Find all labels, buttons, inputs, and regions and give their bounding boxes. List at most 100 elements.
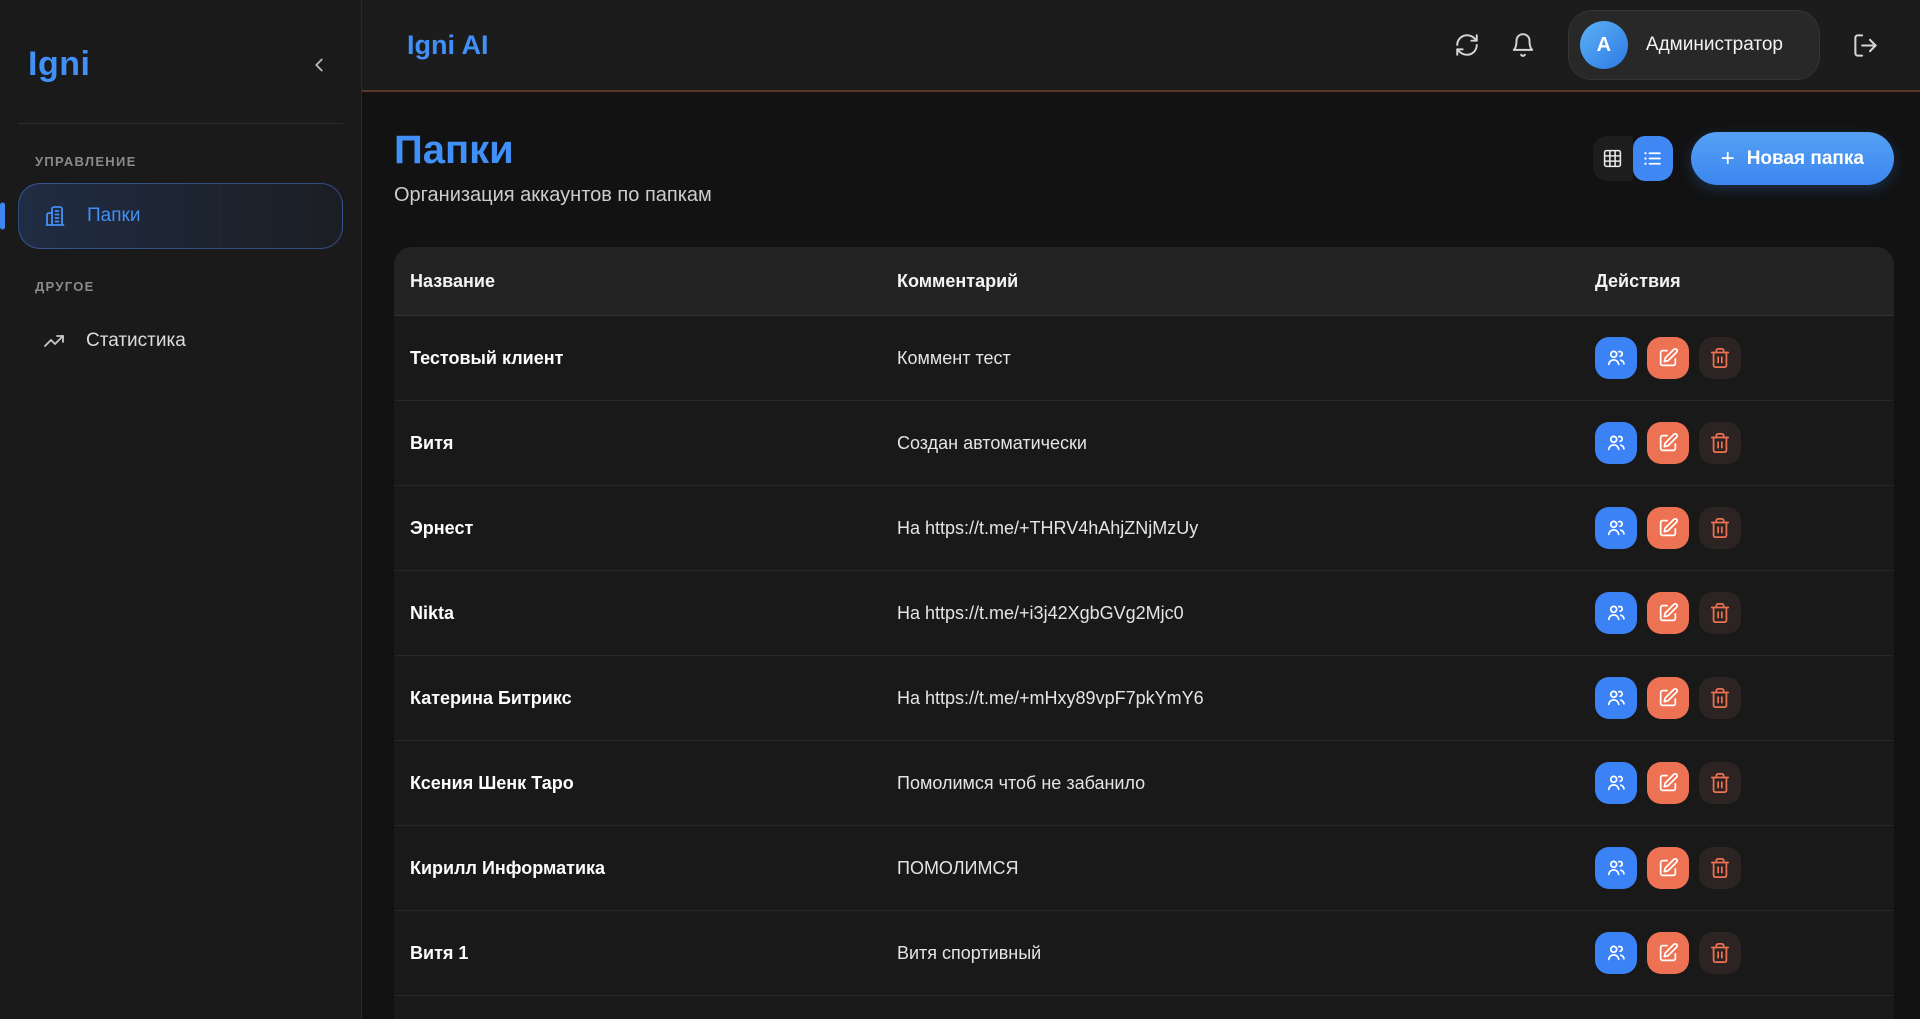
folder-accounts-button[interactable] bbox=[1595, 847, 1637, 889]
edit-icon bbox=[1657, 347, 1679, 369]
table-row: Nikta На https://t.me/+i3j42XgbGVg2Mjc0 bbox=[394, 570, 1894, 655]
page-subtitle: Организация аккаунтов по папкам bbox=[394, 184, 712, 207]
trash-icon bbox=[1709, 602, 1731, 624]
edit-icon bbox=[1657, 687, 1679, 709]
folder-edit-button[interactable] bbox=[1647, 422, 1689, 464]
folder-accounts-button[interactable] bbox=[1595, 762, 1637, 804]
row-actions bbox=[1595, 847, 1878, 889]
user-menu-chip[interactable]: A Администратор bbox=[1568, 10, 1820, 80]
sidebar-item-label: Папки bbox=[87, 205, 140, 227]
users-icon bbox=[1605, 942, 1627, 964]
column-header-name: Название bbox=[410, 271, 897, 292]
folder-accounts-button[interactable] bbox=[1595, 507, 1637, 549]
folder-name: Катерина Битрикс bbox=[410, 688, 897, 709]
trash-icon bbox=[1709, 432, 1731, 454]
folder-accounts-button[interactable] bbox=[1595, 422, 1637, 464]
main-content: Папки Организация аккаунтов по папкам bbox=[362, 92, 1920, 1019]
sidebar-item-statistics[interactable]: Статистика bbox=[18, 308, 343, 374]
sidebar-logo-row: Igni bbox=[18, 0, 343, 124]
view-mode-toggle bbox=[1593, 136, 1673, 181]
table-row: Ксения Шенк Таро Помолимся чтоб не забан… bbox=[394, 740, 1894, 825]
trash-icon bbox=[1709, 687, 1731, 709]
edit-icon bbox=[1657, 517, 1679, 539]
logout-icon bbox=[1852, 32, 1879, 59]
table-row: Витя Создан автоматически bbox=[394, 400, 1894, 485]
trash-icon bbox=[1709, 517, 1731, 539]
refresh-button[interactable] bbox=[1450, 28, 1484, 62]
folder-accounts-button[interactable] bbox=[1595, 337, 1637, 379]
grid-view-button[interactable] bbox=[1593, 136, 1633, 181]
folder-name: Nikta bbox=[410, 603, 897, 624]
folder-name: Тестовый клиент bbox=[410, 348, 897, 369]
trash-icon bbox=[1709, 942, 1731, 964]
folder-edit-button[interactable] bbox=[1647, 932, 1689, 974]
table-header-row: Название Комментарий Действия bbox=[394, 247, 1894, 315]
row-actions bbox=[1595, 422, 1878, 464]
trash-icon bbox=[1709, 772, 1731, 794]
page-controls: + Новая папка bbox=[1593, 132, 1894, 185]
edit-icon bbox=[1657, 857, 1679, 879]
plus-icon: + bbox=[1721, 145, 1735, 173]
chevron-left-icon bbox=[308, 54, 330, 76]
folder-delete-button[interactable] bbox=[1699, 422, 1741, 464]
trash-icon bbox=[1709, 857, 1731, 879]
row-actions bbox=[1595, 337, 1878, 379]
users-icon bbox=[1605, 772, 1627, 794]
avatar: A bbox=[1580, 21, 1628, 69]
bell-icon bbox=[1510, 32, 1536, 58]
table-row: Кирилл Информатика ПОМОЛИМСЯ bbox=[394, 825, 1894, 910]
folder-comment: Создан автоматически bbox=[897, 433, 1595, 454]
list-view-button[interactable] bbox=[1633, 136, 1673, 181]
trash-icon bbox=[1709, 347, 1731, 369]
users-icon bbox=[1605, 687, 1627, 709]
folder-name: Кирилл Информатика bbox=[410, 858, 897, 879]
users-icon bbox=[1605, 347, 1627, 369]
folder-edit-button[interactable] bbox=[1647, 337, 1689, 379]
folder-edit-button[interactable] bbox=[1647, 762, 1689, 804]
folder-delete-button[interactable] bbox=[1699, 507, 1741, 549]
logout-button[interactable] bbox=[1848, 28, 1882, 62]
folder-delete-button[interactable] bbox=[1699, 762, 1741, 804]
folder-accounts-button[interactable] bbox=[1595, 932, 1637, 974]
folder-name: Витя 1 bbox=[410, 943, 897, 964]
folder-edit-button[interactable] bbox=[1647, 847, 1689, 889]
folder-edit-button[interactable] bbox=[1647, 507, 1689, 549]
page-title: Папки bbox=[394, 128, 712, 172]
folder-delete-button[interactable] bbox=[1699, 847, 1741, 889]
sidebar-collapse-button[interactable] bbox=[301, 47, 337, 83]
page-head-text: Папки Организация аккаунтов по папкам bbox=[394, 128, 712, 207]
table-body: Тестовый клиент Коммент тест bbox=[394, 315, 1894, 1019]
folder-accounts-button[interactable] bbox=[1595, 677, 1637, 719]
users-icon bbox=[1605, 857, 1627, 879]
users-icon bbox=[1605, 602, 1627, 624]
sidebar-section-management: УПРАВЛЕНИЕ bbox=[35, 154, 343, 169]
row-actions bbox=[1595, 762, 1878, 804]
users-icon bbox=[1605, 432, 1627, 454]
folder-edit-button[interactable] bbox=[1647, 677, 1689, 719]
row-actions bbox=[1595, 507, 1878, 549]
edit-icon bbox=[1657, 772, 1679, 794]
folder-edit-button[interactable] bbox=[1647, 592, 1689, 634]
folder-delete-button[interactable] bbox=[1699, 932, 1741, 974]
page-head: Папки Организация аккаунтов по папкам bbox=[394, 128, 1894, 207]
new-folder-label: Новая папка bbox=[1747, 148, 1864, 170]
refresh-icon bbox=[1454, 32, 1480, 58]
folder-delete-button[interactable] bbox=[1699, 337, 1741, 379]
row-actions bbox=[1595, 932, 1878, 974]
sidebar-section-other: ДРУГОЕ bbox=[35, 279, 343, 294]
sidebar-item-label: Статистика bbox=[86, 330, 186, 352]
folder-accounts-button[interactable] bbox=[1595, 592, 1637, 634]
notifications-button[interactable] bbox=[1506, 28, 1540, 62]
table-row: Витя 1 Витя спортивный bbox=[394, 910, 1894, 995]
new-folder-button[interactable]: + Новая папка bbox=[1691, 132, 1894, 185]
edit-icon bbox=[1657, 602, 1679, 624]
folder-delete-button[interactable] bbox=[1699, 677, 1741, 719]
folder-delete-button[interactable] bbox=[1699, 592, 1741, 634]
edit-icon bbox=[1657, 432, 1679, 454]
header-actions: A Администратор bbox=[1450, 10, 1882, 80]
top-header: Igni AI A Администратор bbox=[362, 0, 1920, 92]
folder-name: Витя bbox=[410, 433, 897, 454]
folder-comment: Витя спортивный bbox=[897, 943, 1595, 964]
sidebar-item-folders[interactable]: Папки bbox=[18, 183, 343, 249]
sidebar: Igni УПРАВЛЕНИЕ Папки ДРУГОЕ Ста bbox=[0, 0, 362, 1019]
